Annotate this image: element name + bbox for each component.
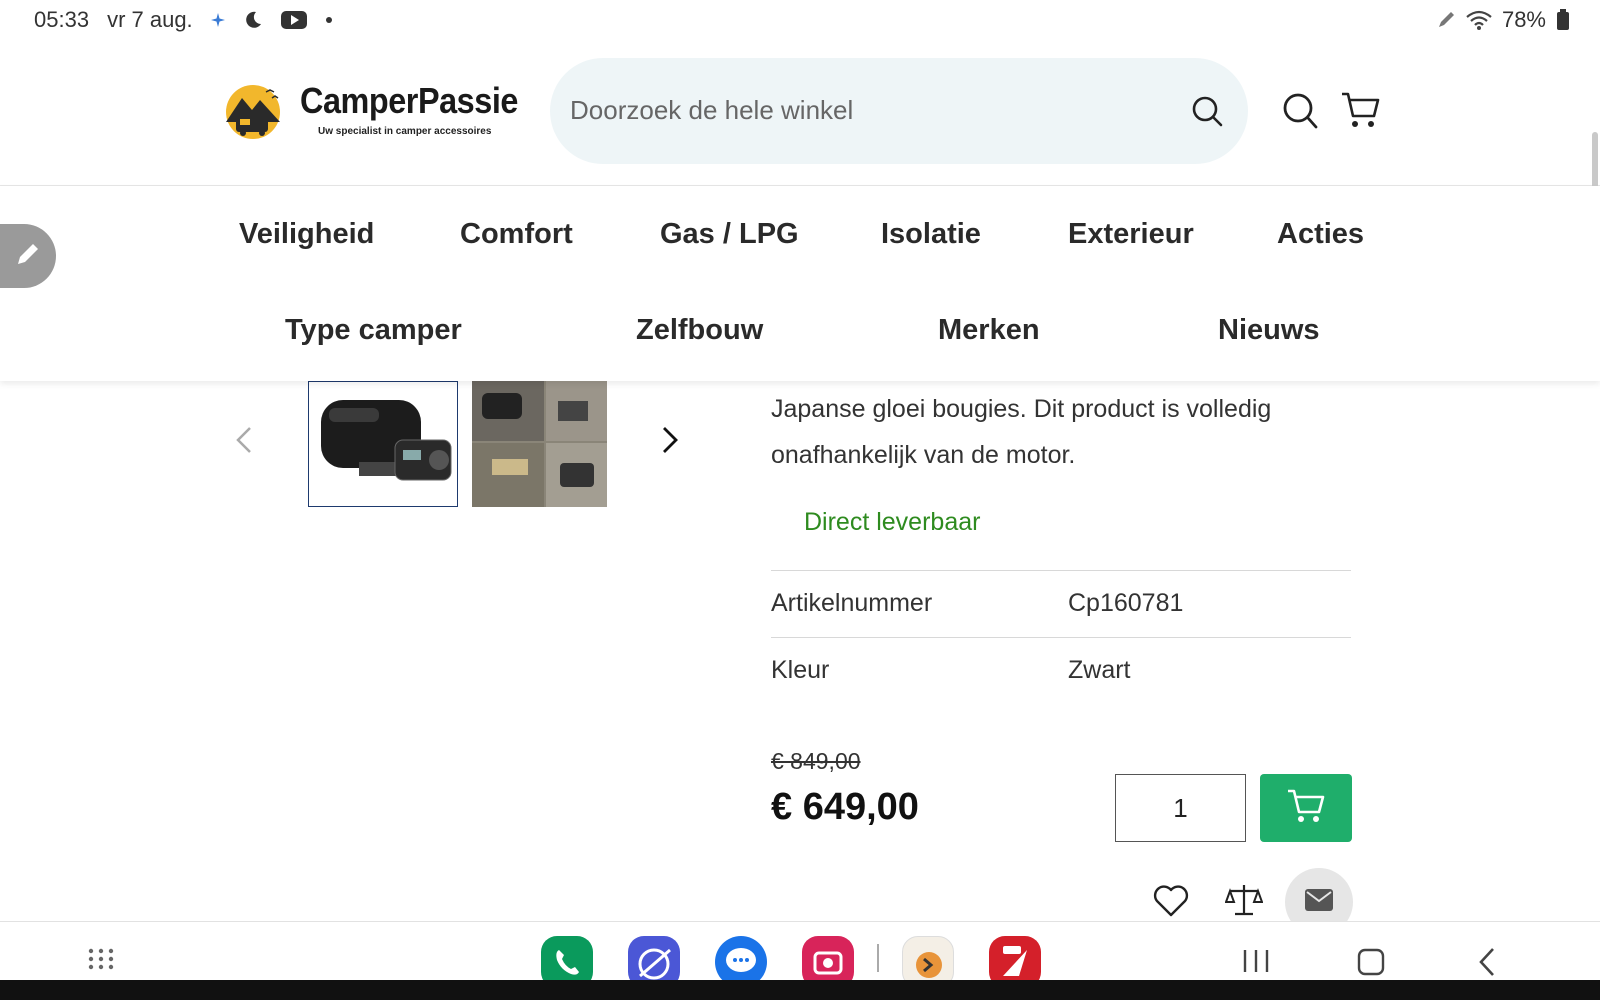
current-price: € 649,00 xyxy=(771,786,919,828)
moon-icon xyxy=(243,10,263,30)
status-left: 05:33 vr 7 aug. xyxy=(34,7,333,33)
cart-icon[interactable] xyxy=(1340,90,1380,130)
search-icon[interactable] xyxy=(1282,92,1318,130)
bottom-bezel xyxy=(0,980,1600,1000)
logo-title: CamperPassie xyxy=(300,80,518,121)
browser-app-icon[interactable] xyxy=(628,936,680,980)
spec-value: Zwart xyxy=(1068,656,1131,684)
nav-item-comfort[interactable]: Comfort xyxy=(460,218,573,251)
nav-item-type-camper[interactable]: Type camper xyxy=(285,314,462,347)
cart-add-icon xyxy=(1286,787,1326,830)
home-icon[interactable] xyxy=(1357,948,1385,980)
phone-app-icon[interactable] xyxy=(541,936,593,980)
android-dock xyxy=(0,921,1600,980)
main-nav: Veiligheid Comfort Gas / LPG Isolatie Ex… xyxy=(0,186,1600,381)
search-input[interactable] xyxy=(570,88,1130,132)
wishlist-heart-icon[interactable] xyxy=(1153,884,1189,918)
nav-item-zelfbouw[interactable]: Zelfbouw xyxy=(636,314,763,347)
spec-row: Artikelnummer Cp160781 xyxy=(771,570,1351,637)
nav-item-nieuws[interactable]: Nieuws xyxy=(1218,314,1320,347)
spec-table: Artikelnummer Cp160781 Kleur Zwart xyxy=(771,570,1351,704)
add-to-cart-button[interactable] xyxy=(1260,774,1352,842)
sparkle-icon xyxy=(210,13,225,27)
wifi-icon xyxy=(1466,9,1492,31)
status-date: vr 7 aug. xyxy=(107,7,193,32)
status-right: 78% xyxy=(1436,7,1570,33)
battery-level: 78% xyxy=(1501,7,1546,32)
stock-status: Direct leverbaar xyxy=(804,508,981,536)
camera-app-icon[interactable] xyxy=(802,936,854,980)
messages-app-icon[interactable] xyxy=(715,936,767,980)
nav-item-veiligheid[interactable]: Veiligheid xyxy=(239,218,374,251)
sigma-app-icon[interactable] xyxy=(902,936,954,980)
recents-icon[interactable] xyxy=(1242,948,1270,979)
heater-image xyxy=(309,382,457,506)
status-time: 05:33 xyxy=(34,7,90,32)
product-thumbnail-2[interactable] xyxy=(472,381,607,507)
status-bar: 05:33 vr 7 aug. 78% xyxy=(0,0,1600,40)
back-icon[interactable] xyxy=(1478,946,1496,980)
nav-item-gas-lpg[interactable]: Gas / LPG xyxy=(660,218,799,251)
quantity-input[interactable] xyxy=(1115,774,1246,842)
site-header: CamperPassie Uw specialist in camper acc… xyxy=(0,40,1600,186)
spec-value: Cp160781 xyxy=(1068,589,1184,617)
nav-item-isolatie[interactable]: Isolatie xyxy=(881,218,981,251)
dock-separator xyxy=(877,944,879,972)
spec-key: Kleur xyxy=(771,656,830,684)
pen-icon xyxy=(1436,10,1456,30)
gallery-next-icon[interactable] xyxy=(658,422,682,458)
mail-icon xyxy=(1305,888,1333,916)
nav-item-acties[interactable]: Acties xyxy=(1277,218,1364,251)
youtube-icon xyxy=(280,10,307,30)
logo-emblem xyxy=(226,85,280,139)
pro-app-icon[interactable] xyxy=(989,936,1041,980)
nav-item-exterieur[interactable]: Exterieur xyxy=(1068,218,1194,251)
search-submit-icon[interactable] xyxy=(1190,94,1224,128)
gallery-prev-icon[interactable] xyxy=(232,422,256,458)
spec-row: Kleur Zwart xyxy=(771,637,1351,704)
search-bar xyxy=(550,58,1248,164)
compare-scale-icon[interactable] xyxy=(1224,882,1264,918)
dot-icon xyxy=(325,16,333,24)
product-thumbnail-1[interactable] xyxy=(308,381,458,507)
nav-item-merken[interactable]: Merken xyxy=(938,314,1040,347)
logo[interactable]: CamperPassie Uw specialist in camper acc… xyxy=(218,80,528,142)
spec-key: Artikelnummer xyxy=(771,589,933,617)
battery-icon xyxy=(1556,9,1570,31)
page: 05:33 vr 7 aug. 78% CamperPassie Uw spec… xyxy=(0,0,1600,1000)
product-description: Japanse gloei bougies. Dit product is vo… xyxy=(771,395,1272,469)
old-price: € 849,00 xyxy=(771,748,861,774)
apps-grid-icon[interactable] xyxy=(88,948,114,975)
pencil-icon xyxy=(13,239,43,274)
logo-subtitle: Uw specialist in camper accessoires xyxy=(318,126,492,137)
installation-image xyxy=(472,381,607,507)
